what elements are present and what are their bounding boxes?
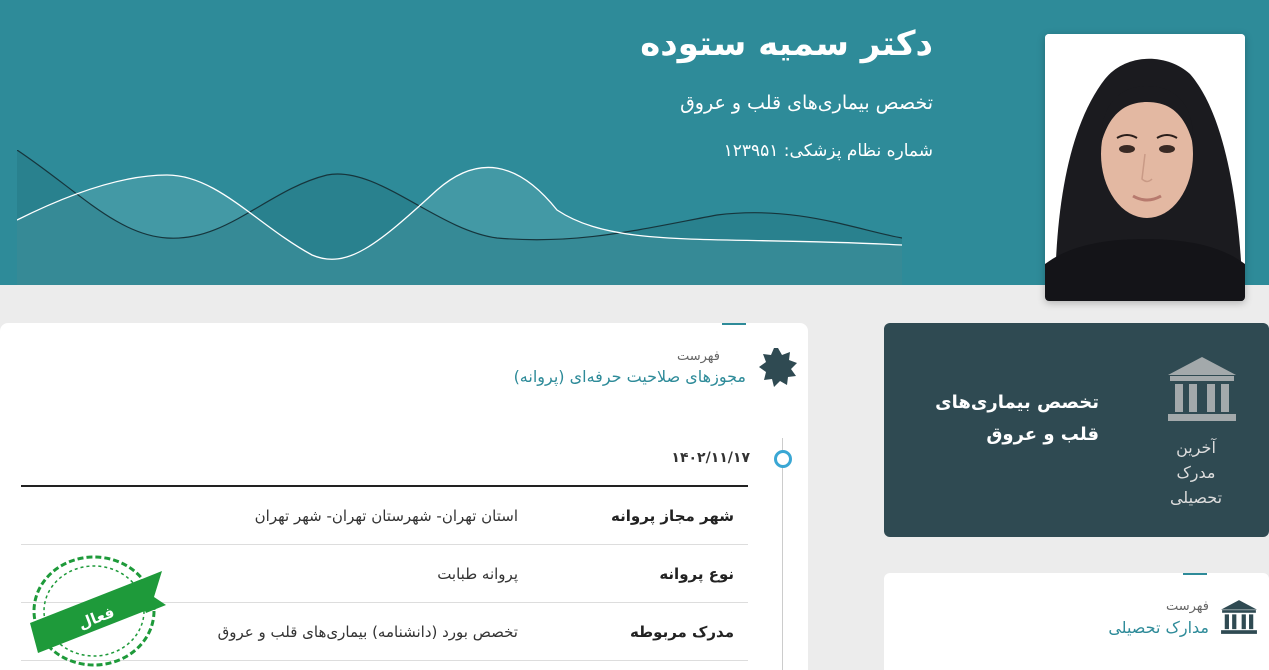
doctor-name: دکتر سمیه ستوده [640,24,933,64]
spec-line: قلب و عروق [986,424,1099,445]
timeline-line [782,438,783,670]
latest-degree-card[interactable]: آخرین مدرک تحصیلی تخصص بیماری‌های قلب و … [884,323,1269,537]
latest-degree-title: تخصص بیماری‌های قلب و عروق [899,387,1099,451]
table-row: شهر مجاز پروانه استان تهران- شهرستان تهر… [21,487,748,545]
row-key: شهر مجاز پروانه [611,506,734,525]
institution-icon [1168,357,1236,421]
doctor-photo [1045,34,1245,301]
active-stamp: فعال [30,555,166,667]
institution-icon [1221,600,1257,634]
badge-icon [759,348,797,387]
section-label: فهرست [676,349,720,364]
row-key: نوع پروانه [659,564,734,583]
row-key: مدرک مربوطه [629,622,734,641]
row-value: پروانه طبابت [437,564,518,583]
caption-line: آخرین [1176,438,1216,457]
section-title: مدارک تحصیلی [1108,618,1209,637]
caption-line: تحصیلی [1169,488,1223,507]
latest-degree-caption: آخرین مدرک تحصیلی [1146,435,1246,510]
portrait-image [1045,34,1245,301]
degrees-card: فهرست مدارک تحصیلی [884,573,1269,670]
license-date: ۱۴۰۲/۱۱/۱۷ [671,450,750,466]
section-title: مجوزهای صلاحیت حرفه‌ای (پروانه) [513,367,746,386]
spec-line: تخصص بیماری‌های [935,392,1099,413]
card-tab-indicator [722,323,746,325]
doctor-specialty: تخصص بیماری‌های قلب و عروق [680,92,933,114]
caption-line: مدرک [1176,463,1216,482]
row-value: استان تهران- شهرستان تهران- شهر تهران [254,506,518,525]
card-tab-indicator [1183,573,1207,575]
section-label: فهرست [1165,599,1209,614]
row-value: تخصص بورد (دانشنامه) بیماری‌های قلب و عر… [217,622,518,641]
decorative-waves [17,150,902,285]
licenses-card: فهرست مجوزهای صلاحیت حرفه‌ای (پروانه) ۱۴… [0,323,808,670]
timeline-dot [774,450,792,468]
medical-number: شماره نظام پزشکی: ۱۲۳۹۵۱ [723,141,933,161]
